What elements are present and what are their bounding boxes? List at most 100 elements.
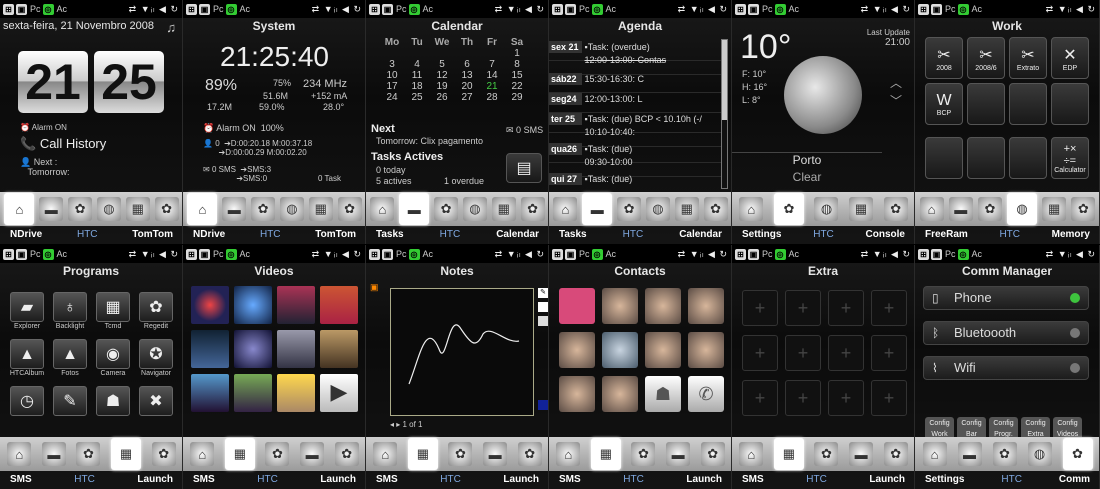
next-event[interactable]: 👤 Next : Tomorrow:	[20, 157, 70, 177]
video-cover[interactable]	[277, 330, 315, 368]
softkey-mid[interactable]: HTC	[813, 226, 834, 244]
signal-icons[interactable]: ⇄ ▼ᵢₗ ◀ ↻	[861, 249, 911, 260]
grid-icon[interactable]: ▦	[773, 438, 804, 470]
globe-icon[interactable]: ◍	[814, 197, 839, 221]
add-slot-icon[interactable]: +	[785, 335, 821, 371]
home-icon[interactable]: ⌂	[373, 442, 398, 466]
windows-icon[interactable]: ⊞	[735, 248, 746, 260]
fotos-app[interactable]: ▲ Fotos	[52, 339, 88, 377]
softkey-right[interactable]: Launch	[320, 471, 356, 489]
add-slot-icon[interactable]: +	[828, 335, 864, 371]
contact-photo[interactable]	[559, 288, 595, 324]
tcmd-app[interactable]: ▦ Tcmd	[95, 292, 131, 330]
agenda-row[interactable]: 12:00-13:00: Contas	[549, 55, 721, 75]
launcher-bar[interactable]: ⌂ ▬ ✿ ◍ ▦ ✿	[366, 192, 548, 226]
chevron-down-icon[interactable]: ﹀	[890, 92, 902, 109]
gear-icon[interactable]: ✿	[265, 442, 290, 466]
signal-icons[interactable]: ⇄ ▼ᵢₗ ◀ ↻	[129, 4, 179, 15]
sms-summary[interactable]: ✉ 0 SMS ➔SMS:3 ➔SMS:0	[203, 165, 271, 183]
settings-icon[interactable]: ✿	[700, 442, 725, 466]
video-cover[interactable]	[191, 286, 229, 324]
launcher-bar[interactable]: ⌂ ▦ ✿ ▬ ✿	[183, 437, 365, 471]
pen-icon[interactable]: ✎	[538, 288, 548, 298]
softkey-mid[interactable]: HTC	[623, 471, 644, 489]
windows-icon[interactable]: ⊞	[3, 248, 14, 260]
empty-slot[interactable]	[1009, 137, 1047, 179]
grid-icon[interactable]: ▦	[308, 197, 333, 221]
windows-icon[interactable]: ⊞	[735, 3, 746, 15]
calculator-icon[interactable]: +× ÷= Calculator	[1051, 137, 1089, 179]
home-icon[interactable]: ⌂	[922, 442, 947, 466]
contact-photo[interactable]	[645, 288, 681, 324]
app-2008-icon[interactable]: ✂ 2008	[925, 37, 963, 79]
launcher-bar[interactable]: ⌂ ▬ ✿ ◍ ▦ ✿	[549, 192, 731, 226]
settings-icon[interactable]: ✿	[703, 197, 728, 221]
signal-icons[interactable]: ⇄ ▼ᵢₗ ◀ ↻	[1046, 4, 1096, 15]
softkey-left[interactable]: Settings	[925, 471, 964, 489]
softkey-left[interactable]: Settings	[742, 226, 781, 244]
softkey-mid[interactable]: HTC	[999, 226, 1020, 244]
softkey-right[interactable]: Console	[866, 226, 905, 244]
status-bar[interactable]: ⊞ ▣ Pc ◎ Ac ⇄ ▼ᵢₗ ◀ ↻	[549, 0, 731, 18]
softkey-mid[interactable]: HTC	[1001, 471, 1022, 489]
softkey-left[interactable]: Tasks	[559, 226, 587, 244]
signal-icons[interactable]: ⇄ ▼ᵢₗ ◀ ↻	[678, 249, 728, 260]
note-tools-icon[interactable]: ▣	[370, 282, 379, 293]
globe-icon[interactable]: ◍	[96, 197, 121, 221]
grid-icon[interactable]: ▦	[674, 197, 699, 221]
add-slot-icon[interactable]: +	[785, 290, 821, 326]
softkey-right[interactable]: Launch	[869, 471, 905, 489]
softkey-mid[interactable]: HTC	[74, 471, 95, 489]
add-slot-icon[interactable]: +	[828, 380, 864, 416]
week-row[interactable]: 345678	[381, 59, 528, 70]
phone-icon[interactable]: ✆	[688, 376, 724, 412]
softkey-left[interactable]: SMS	[559, 471, 581, 489]
folder-icon[interactable]: ▬	[948, 197, 973, 221]
add-slot-icon[interactable]: +	[871, 380, 907, 416]
app-slot[interactable]: ✖	[138, 386, 174, 417]
launcher-bar[interactable]: ⌂ ▦ ✿ ▬ ✿	[732, 437, 914, 471]
softkey-right[interactable]: Comm	[1059, 471, 1090, 489]
windows-icon[interactable]: ⊞	[369, 3, 380, 15]
wifi-toggle[interactable]: ⌇ Wifi	[923, 356, 1089, 380]
home-icon[interactable]: ⌂	[4, 193, 35, 225]
status-bar[interactable]: ⊞ ▣ Pc ◎ Ac ⇄ ▼ᵢₗ ◀ ↻	[915, 0, 1099, 18]
softkey-left[interactable]: SMS	[376, 471, 398, 489]
gear-icon[interactable]: ✿	[434, 197, 459, 221]
launcher-bar[interactable]: ⌂ ✿ ◍ ▦ ✿	[732, 192, 914, 226]
agenda-scrollbar[interactable]	[721, 39, 728, 189]
home-icon[interactable]: ⌂	[739, 442, 764, 466]
signal-icons[interactable]: ⇄ ▼ᵢₗ ◀ ↻	[312, 249, 362, 260]
navigator-app[interactable]: ✪ Navigator	[138, 339, 174, 377]
softkey-left[interactable]: SMS	[10, 471, 32, 489]
app-extrato-icon[interactable]: ✂ Extrato	[1009, 37, 1047, 79]
softkey-mid[interactable]: HTC	[440, 471, 461, 489]
softkey-right[interactable]: Calendar	[679, 226, 722, 244]
launcher-bar[interactable]: ⌂ ▬ ✿ ◍ ✿	[915, 437, 1099, 471]
app-slot[interactable]: ☗	[95, 386, 131, 417]
home-icon[interactable]: ⌂	[556, 442, 581, 466]
launcher-bar[interactable]: ⌂ ▬ ✿ ◍ ▦ ✿	[915, 192, 1099, 226]
windows-icon[interactable]: ⊞	[186, 3, 197, 15]
agenda-row[interactable]: sáb22 15:30-16:30: C	[549, 73, 721, 93]
launcher-bar[interactable]: ⌂ ▬ ✿ ▦ ✿	[0, 437, 182, 471]
softkey-mid[interactable]: HTC	[440, 226, 461, 244]
softkey-right[interactable]: Memory	[1052, 226, 1090, 244]
sms-count[interactable]: ✉ 0 SMS	[506, 125, 543, 136]
softkey-mid[interactable]: HTC	[260, 226, 281, 244]
video-cover[interactable]	[277, 374, 315, 412]
softkey-right[interactable]: TomTom	[315, 226, 356, 244]
call-history-button[interactable]: 📞 Call History	[20, 136, 106, 152]
softkey-left[interactable]: NDrive	[10, 226, 42, 244]
softkey-mid[interactable]: HTC	[77, 226, 98, 244]
softkey-right[interactable]: Launch	[503, 471, 539, 489]
signal-icons[interactable]: ⇄ ▼ᵢₗ ◀ ↻	[495, 4, 545, 15]
folder-icon[interactable]: ▬	[582, 193, 613, 225]
video-cover[interactable]	[320, 286, 358, 324]
video-cover[interactable]	[191, 374, 229, 412]
launcher-bar[interactable]: ⌂ ▬ ✿ ◍ ▦ ✿	[0, 192, 182, 226]
all-contacts-icon[interactable]: ☗	[645, 376, 681, 412]
softkey-left[interactable]: NDrive	[193, 226, 225, 244]
status-bar[interactable]: ⊞ ▣ Pc ◎ Ac ⇄ ▼ᵢₗ ◀ ↻	[366, 0, 548, 18]
grid-icon[interactable]: ▦	[491, 197, 516, 221]
